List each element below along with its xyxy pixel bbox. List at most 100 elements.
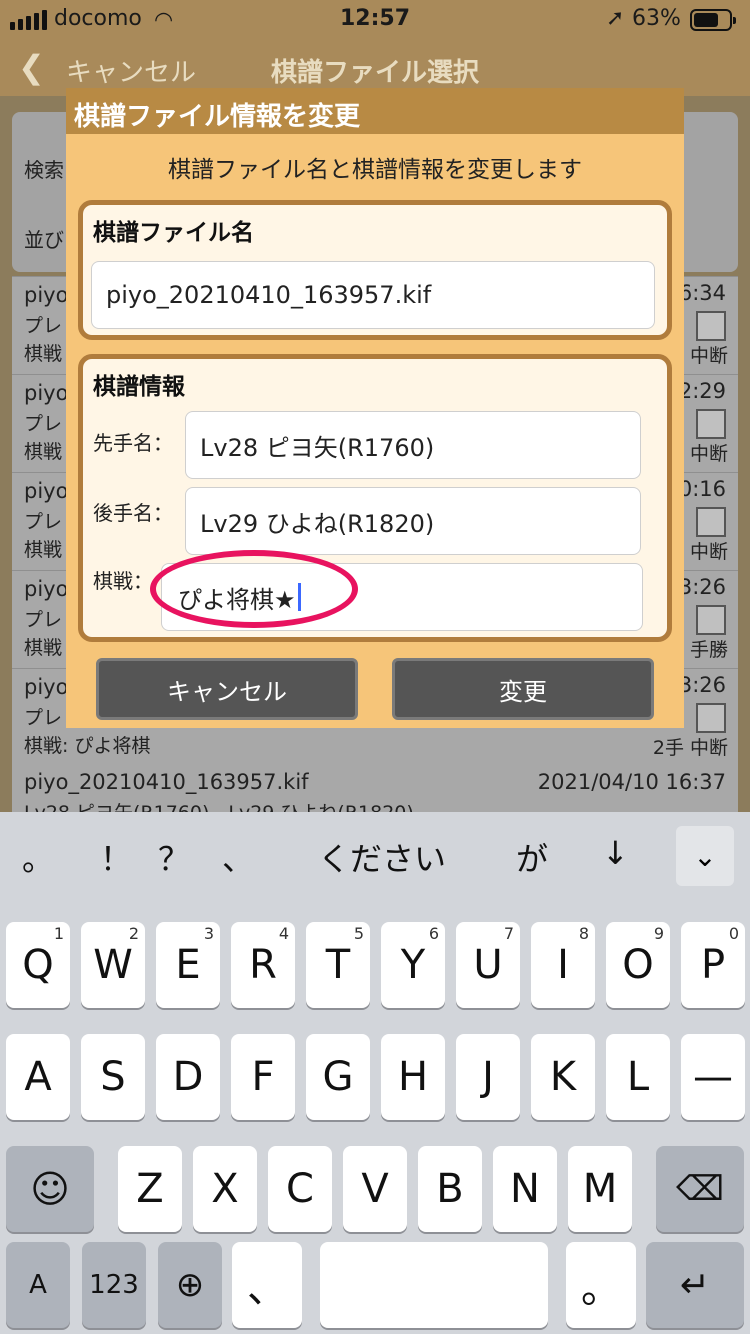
prediction-item[interactable]: 、 (222, 834, 254, 880)
row-time: 6:34 (678, 281, 726, 305)
row-players: プレ (24, 707, 63, 729)
space-key[interactable] (320, 1242, 548, 1328)
filename-input[interactable]: piyo_20210410_163957.kif (91, 261, 655, 329)
battery-percent: 63% (632, 6, 681, 31)
key-number-hint: 1 (53, 924, 64, 943)
key-z[interactable]: Z (118, 1146, 182, 1232)
globe-key[interactable]: ⊕ (158, 1242, 222, 1328)
row-players: プレ (24, 315, 63, 337)
globe-icon: ⊕ (175, 1265, 205, 1305)
row-result: 手勝 (689, 639, 728, 661)
key-f[interactable]: F (231, 1034, 295, 1120)
key-h[interactable]: H (381, 1034, 445, 1120)
comma-key[interactable]: 、 (232, 1242, 302, 1328)
sort-label: 並び (24, 228, 64, 252)
key-m[interactable]: M (568, 1146, 632, 1232)
key-l[interactable]: L (606, 1034, 670, 1120)
row-checkbox[interactable] (696, 311, 726, 341)
key-g[interactable]: G (306, 1034, 370, 1120)
backspace-key[interactable]: ⌫ (656, 1146, 744, 1232)
row-filename: piyo (24, 381, 69, 405)
key-t[interactable]: T5 (306, 922, 370, 1008)
gote-input[interactable]: Lv29 ひよね(R1820) (185, 487, 641, 555)
prediction-item[interactable]: ↓ (602, 834, 629, 872)
key-e[interactable]: E3 (156, 922, 220, 1008)
prediction-item[interactable]: ！ (100, 834, 132, 880)
row-filename: piyo (24, 577, 69, 601)
prediction-item[interactable]: ください (318, 834, 446, 880)
key-v[interactable]: V (343, 1146, 407, 1232)
key-q[interactable]: Q1 (6, 922, 70, 1008)
key-x[interactable]: X (193, 1146, 257, 1232)
row-players: プレ (24, 413, 63, 435)
emoji-icon: ☺ (30, 1167, 70, 1211)
key-s[interactable]: S (81, 1034, 145, 1120)
search-label: 検索 (24, 158, 64, 182)
key-r[interactable]: R4 (231, 922, 295, 1008)
row-checkbox[interactable] (696, 409, 726, 439)
emoji-key[interactable]: ☺ (6, 1146, 94, 1232)
return-key[interactable]: ↵ (646, 1242, 744, 1328)
sente-input[interactable]: Lv28 ピヨ矢(R1760) (185, 411, 641, 479)
row-checkbox[interactable] (696, 703, 726, 733)
location-icon: ➚ (606, 6, 625, 31)
row-time: 3:26 (678, 575, 726, 599)
cancel-button[interactable]: キャンセル (96, 658, 358, 720)
key-number-hint: 2 (128, 924, 139, 943)
event-label: 棋戦： (93, 569, 153, 593)
prediction-item[interactable]: ？ (158, 834, 190, 880)
row-time: 3:26 (678, 673, 726, 697)
key-label: Y (400, 942, 426, 988)
row-filename: piyo (24, 479, 69, 503)
dialog-subtitle: 棋譜ファイル名と棋譜情報を変更します (168, 157, 582, 183)
numbers-key[interactable]: 123 (82, 1242, 146, 1328)
chevron-down-icon[interactable]: ⌄ (676, 826, 734, 886)
key-label: U (473, 942, 503, 988)
event-input[interactable]: ぴよ将棋★ (161, 563, 643, 631)
row-checkbox[interactable] (696, 507, 726, 537)
change-button[interactable]: 変更 (392, 658, 654, 720)
sente-label: 先手名： (93, 431, 173, 455)
key-a[interactable]: A (6, 1034, 70, 1120)
key-number-hint: 3 (203, 924, 214, 943)
key-k[interactable]: K (531, 1034, 595, 1120)
key-j[interactable]: J (456, 1034, 520, 1120)
abc-key[interactable]: A (6, 1242, 70, 1328)
row-players: プレ (24, 609, 63, 631)
key-o[interactable]: O9 (606, 922, 670, 1008)
row-result: 中断 (689, 345, 728, 367)
key-n[interactable]: N (493, 1146, 557, 1232)
key-label: W (93, 942, 133, 988)
key-u[interactable]: U7 (456, 922, 520, 1008)
key-b[interactable]: B (418, 1146, 482, 1232)
row-checkbox[interactable] (696, 605, 726, 635)
return-icon: ↵ (679, 1264, 711, 1306)
prediction-item[interactable]: が (516, 834, 548, 880)
key-y[interactable]: Y6 (381, 922, 445, 1008)
key-w[interactable]: W2 (81, 922, 145, 1008)
key-p[interactable]: P0 (681, 922, 745, 1008)
period-key[interactable]: 。 (566, 1242, 636, 1328)
battery-icon (690, 9, 736, 31)
row-result: 中断 (689, 443, 728, 465)
key-c[interactable]: C (268, 1146, 332, 1232)
page-title: 棋譜ファイル選択 (270, 58, 479, 88)
status-bar: docomo ◠ 12:57 ➚ 63% (0, 0, 750, 40)
row-players: Lv28 ピヨ矢(R1760) - Lv29 ひよね(R1820) (24, 798, 414, 812)
keyboard: 。 ！ ？ 、 ください が ↓ ⌄ ☺ ⌫ A 123 ⊕ 、 。 ↵ Q1W… (0, 812, 750, 1334)
game-info-section: 棋譜情報 先手名： Lv28 ピヨ矢(R1760) 後手名： Lv29 ひよね(… (78, 354, 672, 642)
prediction-item[interactable]: 。 (22, 834, 54, 880)
text-cursor (297, 583, 301, 611)
row-date: 2021/04/10 16:37 (537, 770, 726, 794)
list-item[interactable]: piyo_20210410_163957.kif 2021/04/10 16:3… (12, 766, 738, 812)
key-label: E (175, 942, 201, 988)
event-input-value: ぴよ将棋★ (178, 585, 296, 614)
key-label: O (622, 942, 654, 988)
dialog-title: 棋譜ファイル情報を変更 (74, 102, 361, 132)
key-i[interactable]: I8 (531, 922, 595, 1008)
key-number-hint: 9 (653, 924, 664, 943)
prediction-bar: 。 ！ ？ 、 ください が ↓ ⌄ (0, 812, 750, 904)
key-d[interactable]: D (156, 1034, 220, 1120)
filename-section: 棋譜ファイル名 piyo_20210410_163957.kif (78, 200, 672, 340)
key-dash[interactable]: — (681, 1034, 745, 1120)
